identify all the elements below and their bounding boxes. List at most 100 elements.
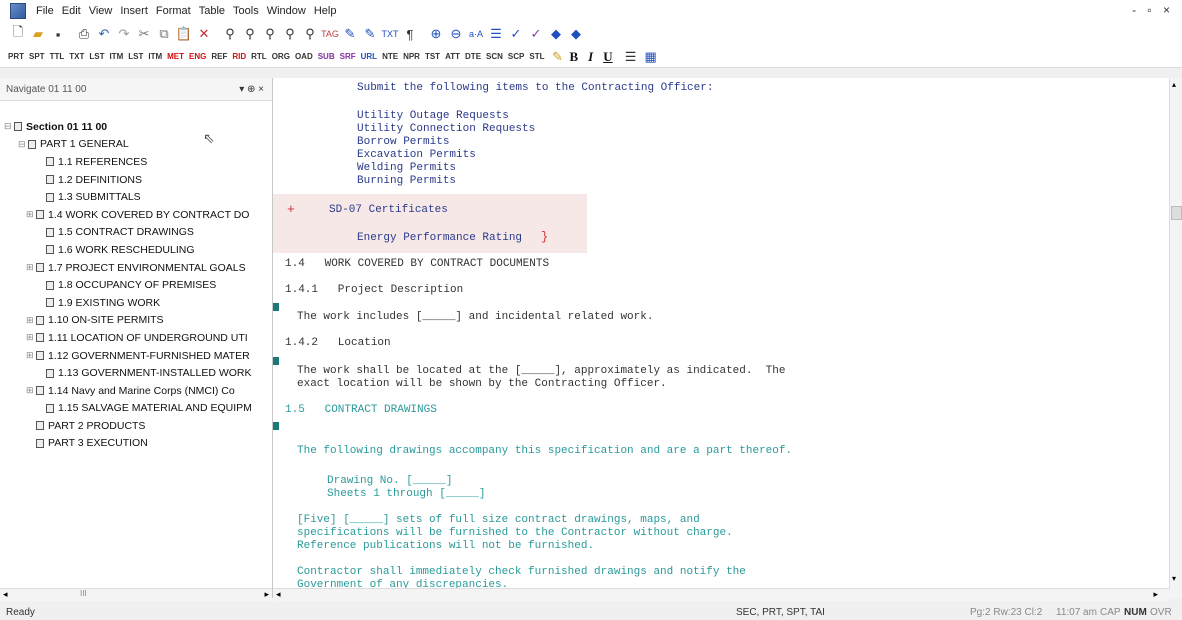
menu-table[interactable]: Table [195,5,229,17]
zoom-in-icon[interactable]: ⊕ [428,26,444,42]
table-icon[interactable]: ▦ [643,49,659,65]
expand-toggle-icon[interactable]: ⊞ [26,209,36,220]
tag-url[interactable]: URL [361,52,377,61]
tag-icon[interactable]: TAG [321,26,339,42]
zoom-out-icon[interactable]: ⊖ [448,26,464,42]
expand-toggle-icon[interactable]: ⊞ [26,385,36,396]
nav-tree-item[interactable]: 1.9 EXISTING WORK [4,294,272,312]
tag-scn[interactable]: SCN [486,52,503,61]
italic-button[interactable]: I [588,49,593,65]
tag-sub[interactable]: SUB [318,52,335,61]
window-controls[interactable]: - ▫ × [1132,3,1174,17]
navigator-controls[interactable]: ▾ ⊕ × [239,84,264,95]
bold-button[interactable]: B [569,49,578,65]
nav-tree-item[interactable]: PART 2 PRODUCTS [4,417,272,435]
expand-toggle-icon[interactable]: ⊞ [26,350,36,361]
underline-button[interactable]: U [603,49,612,65]
scroll-right-arrow-icon[interactable]: ▸ [1153,589,1158,600]
nav-tree-item[interactable]: PART 3 EXECUTION [4,435,272,453]
scroll-left-arrow-icon[interactable]: ◂ [3,589,8,600]
tag-prt[interactable]: PRT [8,52,24,61]
menu-insert[interactable]: Insert [116,5,152,17]
cut-icon[interactable]: ✂ [136,26,152,42]
hscroll-thumb[interactable]: III [80,589,87,598]
tag-lst-2[interactable]: LST [128,52,143,61]
tag-stl[interactable]: STL [529,52,544,61]
scroll-left-arrow-icon[interactable]: ◂ [276,589,281,600]
copy-icon[interactable]: ⧉ [156,26,172,42]
tag-nte[interactable]: NTE [382,52,398,61]
nav-tree-item[interactable]: ⊞ 1.12 GOVERNMENT-FURNISHED MATER [4,347,272,365]
align-icon[interactable]: ☰ [623,49,639,65]
spell-icon[interactable]: ✎ [342,26,358,42]
nav-tree-item[interactable]: 1.15 SALVAGE MATERIAL AND EQUIPM [4,400,272,418]
new-icon[interactable]: 🗋 [10,24,26,42]
nav-tree-item[interactable]: ⊞ 1.11 LOCATION OF UNDERGROUND UTI [4,329,272,347]
nav-tree-item[interactable]: 1.6 WORK RESCHEDULING [4,241,272,259]
nav-tree-item[interactable]: ⊞ 1.7 PROJECT ENVIRONMENTAL GOALS [4,259,272,277]
print-icon[interactable]: ⎙ [76,26,92,42]
editor-hscroll[interactable]: ◂ ▸ [273,588,1170,601]
document-editor[interactable]: + } Submit the following items to the Co… [273,78,1170,598]
tag-ttl[interactable]: TTL [50,52,65,61]
font-size-icon[interactable]: a·A [468,26,484,42]
vscroll-thumb[interactable] [1171,206,1182,220]
expand-toggle-icon[interactable]: ⊞ [26,262,36,273]
tag-itm[interactable]: ITM [109,52,123,61]
highlighter-icon[interactable]: ✎ [549,49,565,65]
menu-help[interactable]: Help [310,5,341,17]
nav-tree-item[interactable]: ⊟ PART 1 GENERAL [4,136,272,154]
tag-rid[interactable]: RID [232,52,246,61]
find-icon[interactable]: ⚲ [222,26,238,42]
prev-icon[interactable]: ◆ [548,26,564,42]
menu-view[interactable]: View [85,5,117,17]
menu-file[interactable]: File [32,5,58,17]
expand-toggle-icon[interactable]: ⊞ [26,315,36,326]
nav-tree-item[interactable]: ⊞ 1.10 ON-SITE PERMITS [4,312,272,330]
nav-tree-item[interactable]: ⊞ 1.14 Navy and Marine Corps (NMCI) Co [4,382,272,400]
open-icon[interactable]: ▰ [30,26,46,42]
replace-icon[interactable]: ⚲ [282,26,298,42]
expand-toggle-icon[interactable]: ⊞ [26,332,36,343]
tag-txt[interactable]: TXT [69,52,84,61]
scroll-right-arrow-icon[interactable]: ▸ [264,589,269,600]
nav-tree-item[interactable]: ⊟ Section 01 11 00 [4,118,272,136]
editor-vscroll[interactable]: ▴ ▾ [1169,78,1182,598]
paste-icon[interactable]: 📋 [176,26,192,42]
menu-format[interactable]: Format [152,5,195,17]
tag-srf[interactable]: SRF [340,52,356,61]
tag-rtl[interactable]: RTL [251,52,267,61]
tag-lst[interactable]: LST [89,52,104,61]
list-icon[interactable]: ☰ [488,26,504,42]
validate-icon[interactable]: ✓ [528,26,544,42]
scroll-down-arrow-icon[interactable]: ▾ [1172,574,1176,583]
expand-toggle-icon[interactable]: ⊟ [4,121,14,132]
tag-itm-2[interactable]: ITM [148,52,162,61]
tag-org[interactable]: ORG [272,52,290,61]
format-icon[interactable]: ✎ [362,26,378,42]
menu-window[interactable]: Window [263,5,310,17]
nav-tree-item[interactable]: 1.2 DEFINITIONS [4,171,272,189]
nav-tree-item[interactable]: 1.3 SUBMITTALS [4,188,272,206]
redo-icon[interactable]: ↷ [116,26,132,42]
menu-edit[interactable]: Edit [58,5,85,17]
tag-npr[interactable]: NPR [403,52,420,61]
save-icon[interactable]: ▪ [50,26,66,42]
expand-toggle-icon[interactable]: ⊟ [18,139,28,150]
navigator-hscroll[interactable]: ◂ III ▸ [0,588,272,601]
find-next-icon[interactable]: ⚲ [242,26,258,42]
menu-tools[interactable]: Tools [229,5,263,17]
tag-eng[interactable]: ENG [189,52,206,61]
next-icon[interactable]: ◆ [568,26,584,42]
tag-spt[interactable]: SPT [29,52,45,61]
tag-att[interactable]: ATT [445,52,460,61]
nav-tree-item[interactable]: ⊞ 1.4 WORK COVERED BY CONTRACT DO [4,206,272,224]
tag-ref[interactable]: REF [211,52,227,61]
paragraph-icon[interactable]: ¶ [402,26,418,42]
tag-dte[interactable]: DTE [465,52,481,61]
nav-tree-item[interactable]: 1.13 GOVERNMENT-INSTALLED WORK [4,364,272,382]
tag-scp[interactable]: SCP [508,52,524,61]
find-tag-icon[interactable]: ⚲ [262,26,278,42]
replace-all-icon[interactable]: ⚲ [302,26,318,42]
tag-view-icon[interactable]: TXT [382,26,399,42]
